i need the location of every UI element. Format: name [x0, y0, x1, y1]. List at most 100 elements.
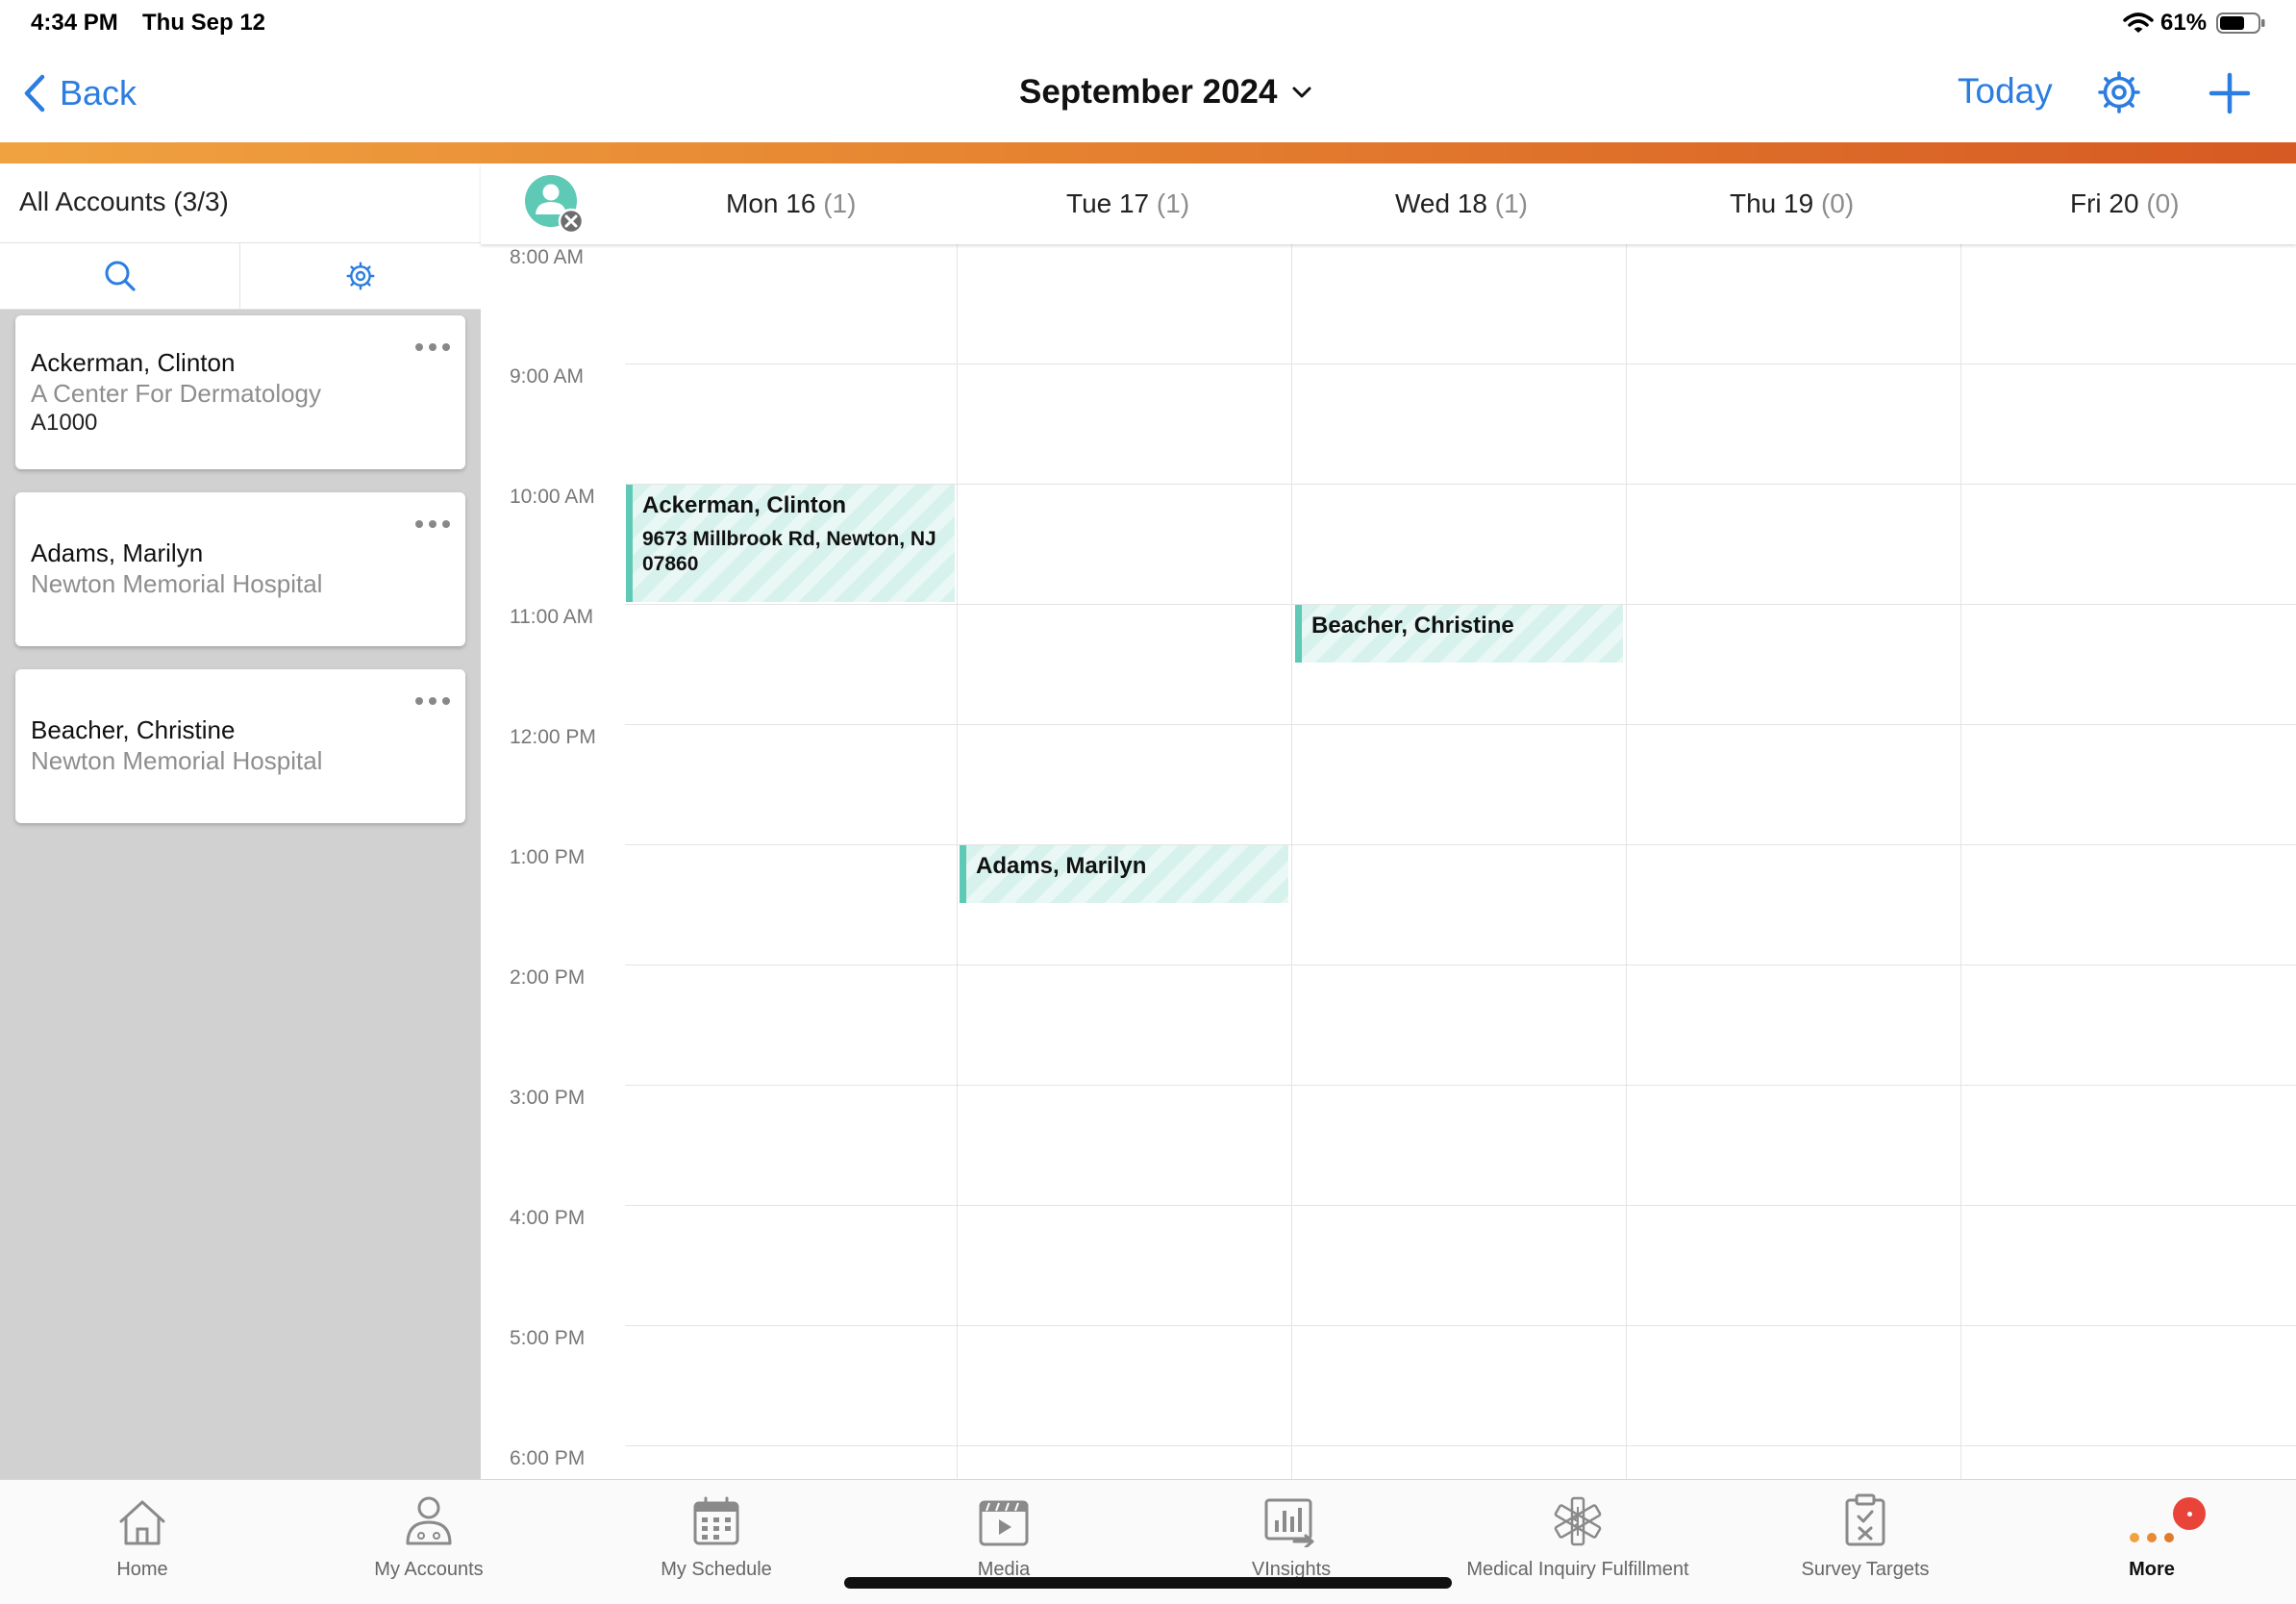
add-button[interactable]	[2206, 69, 2254, 122]
more-options-button[interactable]	[413, 694, 452, 712]
settings-button[interactable]	[2096, 69, 2142, 120]
day-header-fri-20[interactable]: Fri 20 (0)	[2070, 188, 2180, 219]
more-icon	[2130, 1533, 2174, 1542]
ellipsis-icon	[415, 343, 450, 351]
more-options-button[interactable]	[413, 340, 452, 358]
hour-line	[625, 1325, 2296, 1326]
person-clear-icon	[525, 175, 585, 235]
tab-home[interactable]: Home	[0, 1490, 287, 1595]
tab-survey-targets[interactable]: Survey Targets	[1721, 1490, 2009, 1595]
calendar-event[interactable]: Adams, Marilyn	[960, 845, 1288, 903]
event-title: Beacher, Christine	[1311, 613, 1514, 639]
day-label: Tue 17	[1066, 188, 1150, 218]
ellipsis-icon	[415, 697, 450, 705]
tab-medical-inquiry-fulfillment[interactable]: Medical Inquiry Fulfillment	[1434, 1490, 1722, 1595]
clipboard-icon	[1845, 1493, 1885, 1546]
event-address: 9673 Millbrook Rd, Newton, NJ 07860	[642, 528, 936, 575]
account-card[interactable]: Beacher, Christine Newton Memorial Hospi…	[15, 669, 465, 823]
navigation-bar: Back September 2024 Today	[0, 46, 2296, 142]
today-button[interactable]: Today	[1958, 71, 2053, 112]
tab-my-accounts[interactable]: My Accounts	[285, 1490, 573, 1595]
tab-label: My Accounts	[374, 1559, 484, 1580]
media-icon	[979, 1500, 1029, 1546]
account-name: Beacher, Christine	[31, 715, 236, 744]
account-card[interactable]: Ackerman, Clinton A Center For Dermatolo…	[15, 315, 465, 469]
calendar-grid[interactable]: 8:00 AM 9:00 AM 10:00 AM 11:00 AM 12:00 …	[481, 244, 2296, 1479]
time-label: 9:00 AM	[510, 365, 585, 388]
time-label: 1:00 PM	[510, 846, 586, 868]
home-icon	[119, 1500, 165, 1545]
tab-label: More	[2129, 1559, 2175, 1580]
home-indicator	[844, 1577, 1452, 1589]
time-label: 2:00 PM	[510, 966, 586, 989]
day-label: Mon 16	[726, 188, 816, 218]
gear-icon	[346, 262, 375, 290]
account-card[interactable]: Adams, Marilyn Newton Memorial Hospital	[15, 492, 465, 646]
time-label: 5:00 PM	[510, 1327, 586, 1349]
month-title: September 2024	[1019, 73, 1278, 111]
event-count: (1)	[1494, 188, 1529, 218]
account-name: Adams, Marilyn	[31, 539, 204, 567]
time-label: 3:00 PM	[510, 1087, 586, 1109]
more-options-button[interactable]	[413, 517, 452, 535]
account-organization: Newton Memorial Hospital	[31, 569, 323, 598]
chevron-down-icon	[1292, 87, 1311, 98]
plus-icon	[2209, 72, 2251, 114]
ellipsis-icon	[415, 520, 450, 528]
chart-icon	[1264, 1498, 1314, 1547]
day-divider	[1960, 244, 1961, 1479]
event-count: (1)	[823, 188, 857, 218]
hour-line	[625, 1205, 2296, 1206]
tab-label: Survey Targets	[1801, 1559, 1930, 1580]
tab-more[interactable]: More	[2008, 1490, 2296, 1595]
day-header-wed-18[interactable]: Wed 18 (1)	[1395, 188, 1528, 219]
event-count: (0)	[1820, 188, 1855, 218]
person-icon	[406, 1496, 452, 1545]
status-bar: 4:34 PM Thu Sep 12 61%	[0, 0, 2296, 46]
accounts-header: All Accounts (3/3)	[0, 163, 481, 242]
back-button[interactable]: Back	[23, 69, 137, 117]
battery-icon	[2216, 12, 2266, 39]
day-header-thu-19[interactable]: Thu 19 (0)	[1730, 188, 1854, 219]
status-date: Thu Sep 12	[142, 10, 266, 36]
search-icon	[105, 261, 136, 291]
gear-icon	[2098, 71, 2140, 113]
event-count: (0)	[2146, 188, 2180, 218]
tab-label: Home	[116, 1559, 168, 1580]
day-divider	[1626, 244, 1627, 1479]
user-filter-button[interactable]	[523, 173, 586, 237]
time-label: 10:00 AM	[510, 486, 595, 508]
account-organization: Newton Memorial Hospital	[31, 746, 323, 775]
calendar-event[interactable]: Ackerman, Clinton 9673 Millbrook Rd, New…	[626, 485, 955, 602]
day-label: Fri 20	[2070, 188, 2139, 218]
accounts-title: All Accounts (3/3)	[19, 187, 229, 216]
accent-divider	[0, 142, 2296, 163]
day-header-tue-17[interactable]: Tue 17 (1)	[1066, 188, 1189, 219]
day-divider	[957, 244, 958, 1479]
calendar-event[interactable]: Beacher, Christine	[1295, 605, 1623, 663]
notification-badge	[2173, 1497, 2206, 1530]
calendar-header: Mon 16 (1) Tue 17 (1) Wed 18 (1) Thu 19 …	[481, 163, 2296, 244]
day-label: Thu 19	[1730, 188, 1814, 218]
status-time: 4:34 PM	[31, 10, 118, 36]
tab-label: My Schedule	[661, 1559, 772, 1580]
time-label: 12:00 PM	[510, 726, 596, 748]
account-name: Ackerman, Clinton	[31, 348, 236, 377]
search-tab[interactable]	[0, 243, 240, 309]
time-label: 11:00 AM	[510, 606, 594, 628]
back-label: Back	[60, 73, 137, 113]
tab-my-schedule[interactable]: My Schedule	[572, 1490, 861, 1595]
month-selector[interactable]: September 2024	[1019, 73, 1311, 112]
tab-label: Medical Inquiry Fulfillment	[1466, 1559, 1689, 1580]
day-label: Wed 18	[1395, 188, 1487, 218]
medical-icon	[1554, 1496, 1602, 1546]
time-label: 6:00 PM	[510, 1447, 586, 1469]
hour-line	[625, 363, 2296, 364]
accounts-toolbar	[0, 242, 481, 310]
event-title: Ackerman, Clinton	[642, 492, 847, 518]
day-divider	[1291, 244, 1292, 1479]
filter-settings-tab[interactable]	[240, 243, 481, 309]
hour-line	[625, 1085, 2296, 1086]
event-title: Adams, Marilyn	[976, 853, 1147, 879]
day-header-mon-16[interactable]: Mon 16 (1)	[726, 188, 856, 219]
